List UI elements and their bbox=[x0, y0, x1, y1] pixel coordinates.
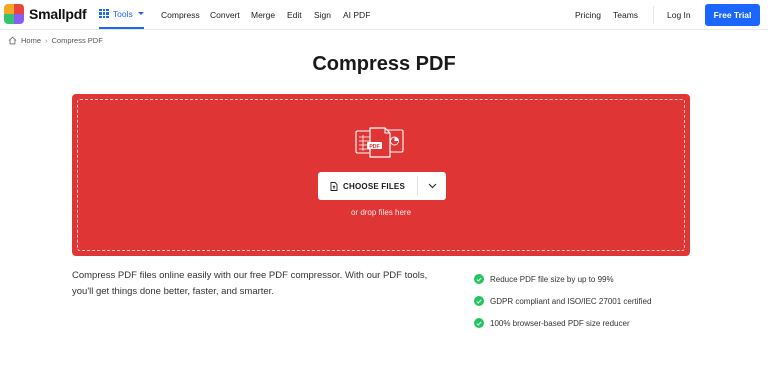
nav-tools-label: Tools bbox=[112, 8, 133, 19]
brand-name: Smallpdf bbox=[29, 6, 87, 22]
top-navbar: Smallpdf Tools Compress Convert Merge Ed… bbox=[0, 0, 768, 30]
file-upload-icon bbox=[330, 181, 338, 191]
grid-icon bbox=[99, 8, 109, 19]
svg-text:PDF: PDF bbox=[369, 144, 379, 150]
drop-hint: or drop files here bbox=[350, 208, 412, 217]
nav-item-merge[interactable]: Merge bbox=[251, 0, 275, 30]
breadcrumb-current: Compress PDF bbox=[51, 36, 103, 45]
smallpdf-logo-icon bbox=[4, 4, 24, 24]
choose-source-dropdown[interactable] bbox=[418, 172, 446, 200]
feature-item: 100% browser-based PDF size reducer bbox=[474, 312, 651, 334]
check-circle-icon bbox=[474, 274, 484, 284]
pdf-files-icon: PDF bbox=[355, 127, 404, 158]
file-dropzone[interactable]: PDF CHOOSE FILES or drop files here bbox=[72, 94, 690, 256]
nav-item-edit[interactable]: Edit bbox=[287, 0, 302, 30]
choose-files-label: CHOOSE FILES bbox=[343, 181, 405, 191]
home-icon bbox=[8, 36, 17, 45]
feature-text: GDPR compliant and ISO/IEC 27001 certifi… bbox=[490, 296, 652, 306]
nav-tools-menu[interactable]: Tools bbox=[99, 0, 144, 29]
nav-item-pricing[interactable]: Pricing bbox=[575, 0, 601, 30]
breadcrumb-separator: › bbox=[45, 36, 48, 45]
chevron-down-icon bbox=[137, 12, 144, 15]
breadcrumb: Home › Compress PDF bbox=[8, 36, 103, 45]
nav-item-ai-pdf[interactable]: AI PDF bbox=[343, 0, 370, 30]
choose-files-button[interactable]: CHOOSE FILES bbox=[318, 172, 417, 200]
nav-item-sign[interactable]: Sign bbox=[314, 0, 331, 30]
check-circle-icon bbox=[474, 296, 484, 306]
feature-item: GDPR compliant and ISO/IEC 27001 certifi… bbox=[474, 290, 651, 312]
nav-item-convert[interactable]: Convert bbox=[210, 0, 240, 30]
choose-files-control: CHOOSE FILES bbox=[318, 172, 446, 200]
breadcrumb-home[interactable]: Home bbox=[21, 36, 41, 45]
nav-divider bbox=[653, 6, 654, 24]
chevron-down-icon bbox=[428, 183, 436, 189]
nav-item-teams[interactable]: Teams bbox=[613, 0, 638, 30]
brand-logo[interactable]: Smallpdf bbox=[4, 4, 87, 24]
login-button[interactable]: Log In bbox=[667, 0, 691, 30]
page-title: Compress PDF bbox=[312, 53, 456, 75]
tool-description: Compress PDF files online easily with ou… bbox=[72, 270, 428, 297]
nav-item-compress[interactable]: Compress bbox=[161, 0, 200, 30]
feature-text: 100% browser-based PDF size reducer bbox=[490, 318, 630, 328]
check-circle-icon bbox=[474, 318, 484, 328]
feature-item: Reduce PDF file size by up to 99% bbox=[474, 268, 651, 290]
feature-list: Reduce PDF file size by up to 99% GDPR c… bbox=[474, 268, 651, 334]
feature-text: Reduce PDF file size by up to 99% bbox=[490, 274, 614, 284]
free-trial-button[interactable]: Free Trial bbox=[705, 4, 760, 26]
